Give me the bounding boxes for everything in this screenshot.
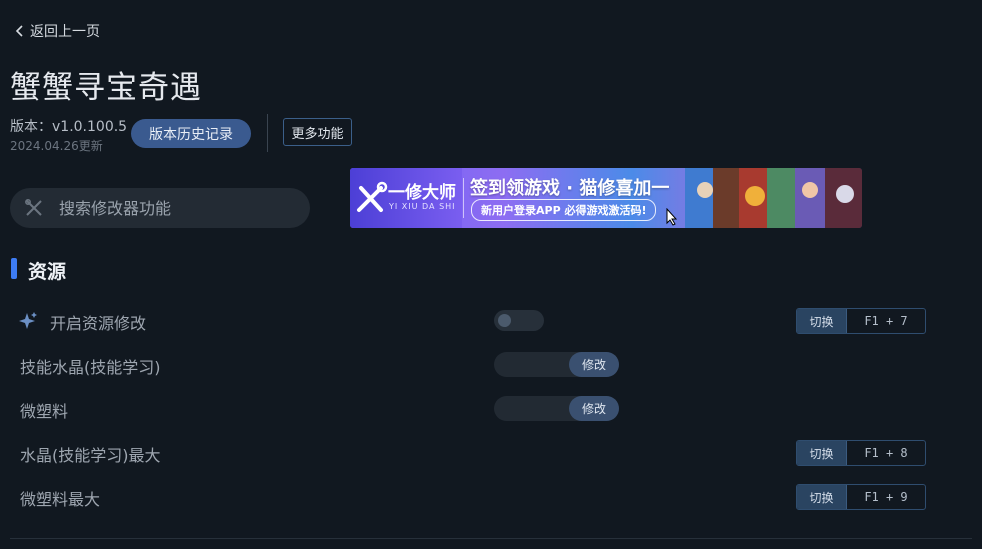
hotkey-keys: F1 + 7 <box>864 314 908 328</box>
game-characters-art <box>685 168 862 228</box>
banner-headline: 签到领游戏 · 猫修喜加一 <box>470 178 670 199</box>
row-label: 微塑料最大 <box>20 490 101 509</box>
banner-brand-sub: YI XIU DA SHI <box>389 202 456 211</box>
bottom-divider <box>10 538 972 539</box>
hotkey-switch-button[interactable]: 切换 <box>797 441 847 465</box>
hotkey-keys: F1 + 9 <box>864 490 908 504</box>
back-link[interactable]: 返回上一页 <box>14 20 100 42</box>
hotkey-switch-button[interactable]: 切换 <box>797 309 847 333</box>
tools-icon <box>25 199 42 216</box>
wrench-screwdriver-icon <box>357 181 388 212</box>
update-date: 2024.04.26更新 <box>10 139 103 153</box>
value-field[interactable]: 修改 <box>494 396 619 421</box>
row-label: 开启资源修改 <box>50 314 147 333</box>
section-title: 资源 <box>28 261 67 283</box>
hotkey-control: 切换 F1 + 7 <box>796 308 926 334</box>
sparkle-icon <box>19 312 37 329</box>
chevron-left-icon <box>15 25 23 37</box>
value-field[interactable]: 修改 <box>494 352 619 377</box>
version-text: 版本：v1.0.100.5 <box>10 119 128 135</box>
banner-brand: 一修大师 <box>388 183 456 203</box>
banner-divider <box>463 178 464 218</box>
resource-toggle[interactable] <box>494 310 544 331</box>
hotkey-control: 切换 F1 + 9 <box>796 484 926 510</box>
modify-button[interactable]: 修改 <box>569 396 619 421</box>
hotkey-switch-button[interactable]: 切换 <box>797 485 847 509</box>
row-label: 微塑料 <box>20 402 69 421</box>
search-box[interactable] <box>10 188 310 228</box>
toggle-knob <box>498 314 511 327</box>
back-label: 返回上一页 <box>30 24 100 40</box>
banner-pill: 新用户登录APP 必得游戏激活码! <box>471 199 657 221</box>
section-accent <box>11 258 17 279</box>
cursor-icon <box>666 208 678 226</box>
modify-button[interactable]: 修改 <box>569 352 619 377</box>
search-input[interactable] <box>57 197 291 219</box>
divider <box>267 114 268 152</box>
version-history-button[interactable]: 版本历史记录 <box>131 119 251 148</box>
more-features-button[interactable]: 更多功能 <box>283 118 352 146</box>
row-label: 技能水晶(技能学习) <box>20 358 161 377</box>
row-label: 水晶(技能学习)最大 <box>20 446 161 465</box>
hotkey-keys: F1 + 8 <box>864 446 908 460</box>
page-title: 蟹蟹寻宝奇遇 <box>10 70 202 106</box>
promo-banner[interactable]: 一修大师 YI XIU DA SHI 签到领游戏 · 猫修喜加一 新用户登录AP… <box>350 168 862 228</box>
hotkey-control: 切换 F1 + 8 <box>796 440 926 466</box>
